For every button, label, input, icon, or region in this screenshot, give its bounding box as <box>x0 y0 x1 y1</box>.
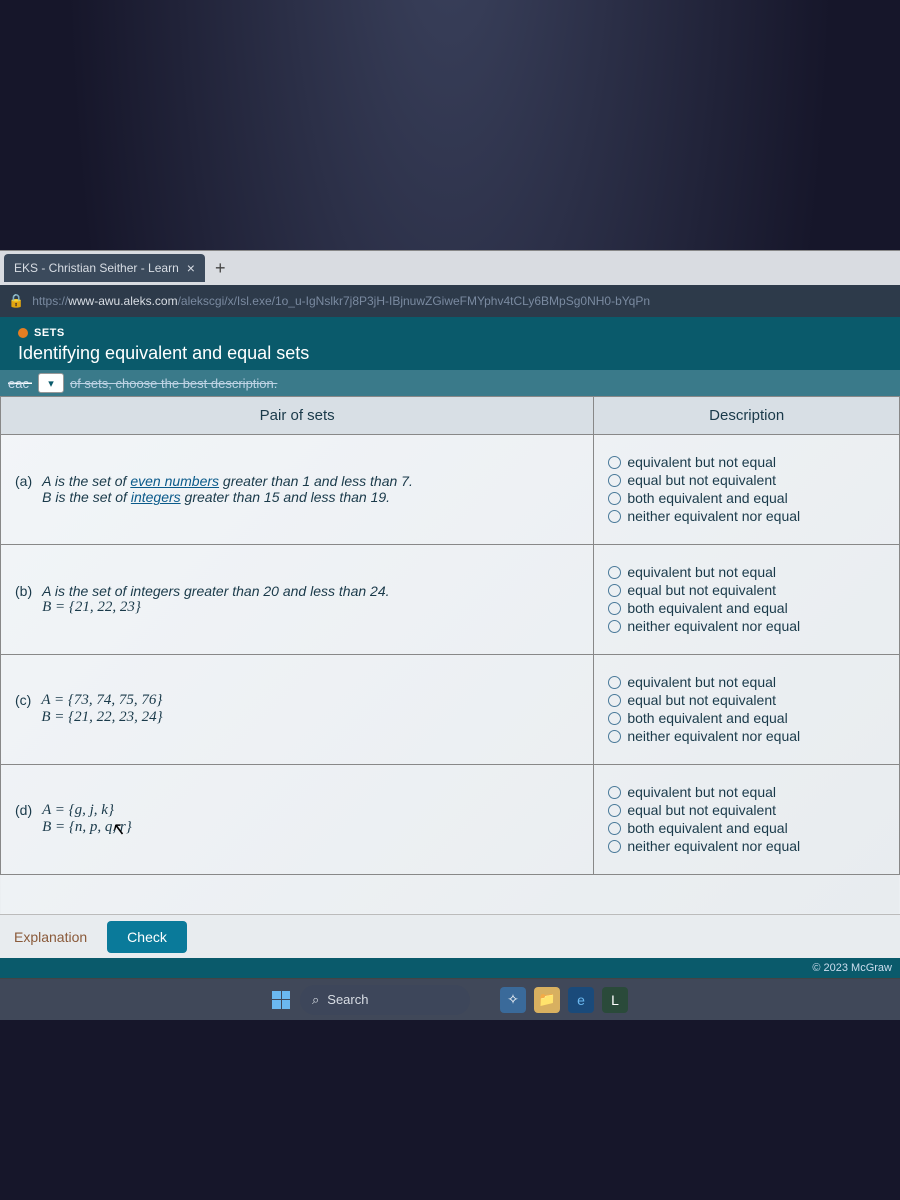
radio-icon <box>608 840 621 853</box>
search-placeholder: Search <box>327 992 368 1007</box>
new-tab-button[interactable]: + <box>205 258 236 279</box>
table-row: (d) A = {g, j, k} B = {n, p, q, r} ↖ equ… <box>1 764 900 874</box>
row-label: (b) <box>15 583 32 616</box>
radio-icon <box>608 492 621 505</box>
taskbar-app-icon[interactable]: L <box>602 987 628 1013</box>
radio-option[interactable]: equivalent but not equal <box>608 783 885 801</box>
action-bar: Explanation Check <box>0 914 900 958</box>
address-bar[interactable]: 🔒 https://www-awu.aleks.com/alekscgi/x/I… <box>0 285 900 317</box>
radio-icon <box>608 712 621 725</box>
row-label: (c) <box>15 692 31 726</box>
lesson-title: Identifying equivalent and equal sets <box>18 343 882 364</box>
browser-tab[interactable]: EKS - Christian Seither - Learn × <box>4 254 205 282</box>
badge-text: SETS <box>34 327 65 339</box>
instruction-cutoff: eac <box>8 376 32 391</box>
explanation-link[interactable]: Explanation <box>14 929 87 945</box>
url-text: https://www-awu.aleks.com/alekscgi/x/Isl… <box>32 294 650 308</box>
radio-option[interactable]: both equivalent and equal <box>608 819 885 837</box>
radio-icon <box>608 456 621 469</box>
taskbar-app-icon[interactable]: 📁 <box>534 987 560 1013</box>
radio-option[interactable]: equivalent but not equal <box>608 563 885 581</box>
radio-icon <box>608 694 621 707</box>
topic-badge: SETS <box>18 327 882 339</box>
dropdown-button[interactable]: ▾ <box>38 373 64 393</box>
browser-window: EKS - Christian Seither - Learn × + 🔒 ht… <box>0 250 900 1020</box>
search-icon: ⌕ <box>312 992 319 1008</box>
radio-option[interactable]: equal but not equivalent <box>608 691 885 709</box>
row-label: (d) <box>15 802 32 836</box>
radio-icon <box>608 730 621 743</box>
table-row: (a) A is the set of even numbers greater… <box>1 435 900 545</box>
radio-option[interactable]: neither equivalent nor equal <box>608 727 885 745</box>
underlined-term[interactable]: integers <box>131 489 181 505</box>
radio-option[interactable]: equal but not equivalent <box>608 581 885 599</box>
radio-option[interactable]: equal but not equivalent <box>608 801 885 819</box>
radio-icon <box>608 602 621 615</box>
taskbar-app-icon[interactable]: e <box>568 987 594 1013</box>
radio-icon <box>608 474 621 487</box>
close-icon[interactable]: × <box>187 260 195 276</box>
radio-option[interactable]: equivalent but not equal <box>608 453 885 471</box>
radio-option[interactable]: both equivalent and equal <box>608 709 885 727</box>
tab-title: EKS - Christian Seither - Learn <box>14 261 179 275</box>
windows-start-icon[interactable] <box>272 991 290 1009</box>
chevron-down-icon: ▾ <box>48 377 54 390</box>
col-desc-header: Description <box>594 397 900 435</box>
radio-icon <box>608 822 621 835</box>
instruction-text: of sets, choose the best description. <box>70 376 277 391</box>
tab-bar: EKS - Christian Seither - Learn × + <box>0 251 900 285</box>
underlined-term[interactable]: even numbers <box>130 473 219 489</box>
radio-icon <box>608 620 621 633</box>
cursor-icon: ↖ <box>110 819 125 840</box>
dot-icon <box>18 328 28 338</box>
row-label: (a) <box>15 473 32 505</box>
table-row: (b) A is the set of integers greater tha… <box>1 544 900 654</box>
copyright-text: © 2023 McGraw <box>0 958 900 978</box>
radio-option[interactable]: neither equivalent nor equal <box>608 507 885 525</box>
radio-icon <box>608 566 621 579</box>
radio-icon <box>608 804 621 817</box>
col-pair-header: Pair of sets <box>1 397 594 435</box>
radio-icon <box>608 786 621 799</box>
check-button[interactable]: Check <box>107 921 187 953</box>
instruction-bar: eac ▾ of sets, choose the best descripti… <box>0 370 900 396</box>
radio-option[interactable]: neither equivalent nor equal <box>608 617 885 635</box>
taskbar-search[interactable]: ⌕ Search <box>300 985 470 1015</box>
lesson-header: SETS Identifying equivalent and equal se… <box>0 317 900 370</box>
taskbar-app-icon[interactable]: ✧ <box>500 987 526 1013</box>
radio-icon <box>608 584 621 597</box>
taskbar: ⌕ Search ✧ 📁 e L <box>0 978 900 1020</box>
question-table: Pair of sets Description (a) A is the se… <box>0 396 900 914</box>
table-row: (c) A = {73, 74, 75, 76} B = {21, 22, 23… <box>1 654 900 764</box>
radio-icon <box>608 676 621 689</box>
radio-option[interactable]: both equivalent and equal <box>608 489 885 507</box>
radio-option[interactable]: equivalent but not equal <box>608 673 885 691</box>
radio-option[interactable]: both equivalent and equal <box>608 599 885 617</box>
lock-icon: 🔒 <box>8 293 24 309</box>
radio-option[interactable]: neither equivalent nor equal <box>608 837 885 855</box>
radio-icon <box>608 510 621 523</box>
radio-option[interactable]: equal but not equivalent <box>608 471 885 489</box>
